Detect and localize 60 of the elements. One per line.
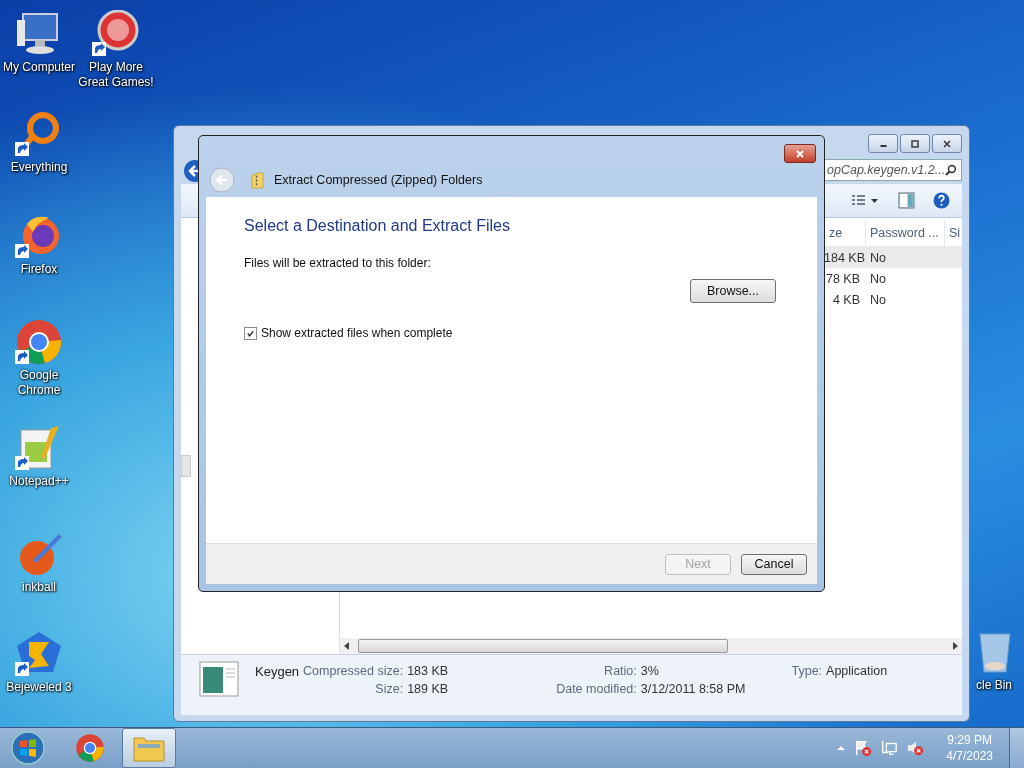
detail-label: Size: (374, 682, 404, 698)
detail-label: Compressed size: (303, 664, 404, 680)
dialog-heading: Select a Destination and Extract Files (244, 217, 511, 235)
view-options-icon[interactable] (850, 193, 880, 208)
close-icon (795, 148, 805, 159)
show-desktop-button[interactable] (1009, 728, 1024, 768)
detail-label: Date modified: (556, 682, 637, 698)
file-name: Keygen (255, 664, 300, 679)
icon-label: Play More Great Games! (77, 60, 155, 90)
icon-label: Firefox (20, 262, 58, 277)
icon-label: Google Chrome (16, 368, 62, 398)
help-icon[interactable] (933, 192, 950, 209)
detail-value: 3/12/2011 8:58 PM (640, 682, 746, 698)
detail-value: 3% (640, 664, 660, 680)
checkmark-icon (246, 328, 255, 338)
maximize-icon (910, 138, 920, 149)
icon-label: Notepad++ (9, 474, 69, 489)
dialog-button[interactable]: Cancel (741, 553, 807, 575)
icon-label: inkball (22, 580, 56, 595)
browse-button[interactable]: Browse... (690, 279, 776, 303)
folder-taskbar-button[interactable] (122, 728, 176, 768)
dialog-title: Extract Compressed (Zipped) Folders (274, 173, 483, 187)
app-icon[interactable] (15, 630, 63, 678)
horizontal-scrollbar[interactable] (340, 638, 962, 654)
minimize-button[interactable] (868, 134, 898, 153)
maximize-button[interactable] (900, 134, 930, 153)
column-header[interactable]: Si (944, 220, 961, 246)
icon-label: cle Bin (976, 678, 1012, 693)
detail-label: Ratio: (603, 664, 637, 680)
detail-label: Type: (791, 664, 823, 680)
network-icon[interactable] (880, 739, 899, 757)
checkbox-label[interactable]: Show extracted files when complete (261, 326, 453, 340)
preview-pane-icon[interactable] (898, 192, 915, 209)
checkbox[interactable] (244, 326, 257, 340)
detail-value: Application (826, 664, 888, 680)
scroll-right-icon[interactable] (952, 642, 958, 650)
speaker-muted-icon[interactable] (906, 739, 925, 757)
search-field[interactable]: opCap.keygen.v1.2... (822, 159, 962, 181)
show-hidden-icons-icon[interactable] (836, 743, 847, 753)
file-thumbnail-icon (199, 661, 239, 697)
folder-label: Files will be extracted to this folder: (244, 256, 432, 270)
close-icon (942, 138, 952, 149)
app-icon[interactable] (15, 318, 63, 366)
close-button[interactable] (932, 134, 962, 153)
browser-icon (74, 733, 106, 763)
start-button[interactable] (10, 730, 46, 766)
close-button[interactable] (784, 144, 816, 163)
app-icon[interactable] (92, 10, 140, 58)
icon-label: Bejeweled 3 (6, 680, 72, 695)
icon-label: My Computer (3, 60, 75, 75)
zip-folder-icon (251, 171, 264, 189)
column-header[interactable]: Password ... (865, 220, 944, 246)
search-icon[interactable] (945, 164, 957, 176)
detail-value: 183 KB (407, 664, 449, 680)
icon-label: Everything (10, 160, 68, 175)
flag-icon[interactable] (854, 739, 873, 757)
nav-scrollbar[interactable] (181, 455, 191, 477)
scroll-left-icon[interactable] (344, 642, 350, 650)
minimize-icon (879, 145, 887, 147)
detail-value: 189 KB (407, 682, 449, 698)
